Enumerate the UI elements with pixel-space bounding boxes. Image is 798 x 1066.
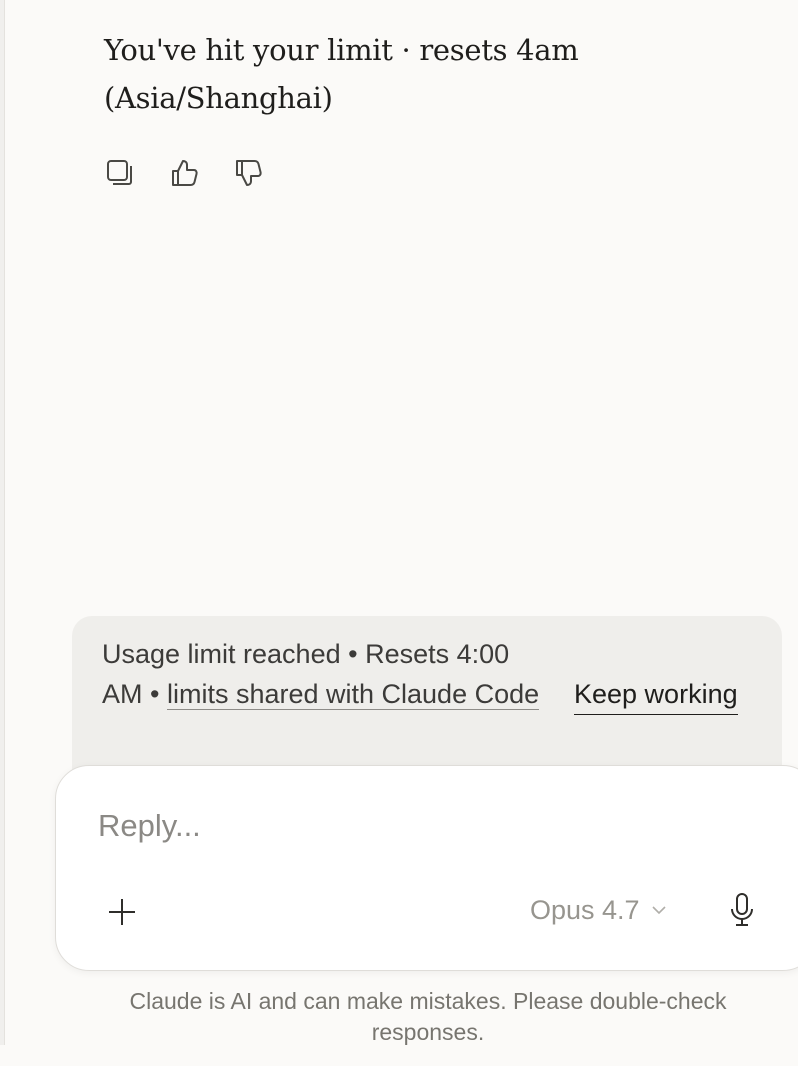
thumbs-down-icon <box>236 160 262 186</box>
add-attachment-button[interactable] <box>104 894 140 930</box>
voice-input-button[interactable] <box>724 890 760 930</box>
chevron-down-icon <box>652 906 666 915</box>
copy-button[interactable] <box>102 155 138 191</box>
ai-disclaimer: Claude is AI and can make mistakes. Plea… <box>129 988 727 1045</box>
left-edge-rule <box>0 0 5 1045</box>
limits-shared-link[interactable]: limits shared with Claude Code <box>166 679 540 710</box>
keep-working-button[interactable]: Keep working <box>574 674 738 715</box>
thumbs-up-icon <box>172 160 198 186</box>
reply-composer: Opus 4.7 <box>55 765 798 971</box>
thumbs-up-button[interactable] <box>166 155 202 191</box>
microphone-icon <box>731 893 753 926</box>
plus-icon <box>109 899 135 925</box>
thumbs-down-button[interactable] <box>230 155 266 191</box>
usage-limit-text: Usage limit reached • Resets 4:00 AM • l… <box>102 634 552 714</box>
assistant-message: You've hit your limit · resets 4am (Asia… <box>104 33 579 115</box>
message-actions <box>102 155 266 191</box>
model-selector[interactable]: Opus 4.7 <box>530 890 668 930</box>
reply-input[interactable] <box>98 808 698 844</box>
model-label: Opus 4.7 <box>530 894 640 925</box>
copy-icon <box>107 160 132 185</box>
